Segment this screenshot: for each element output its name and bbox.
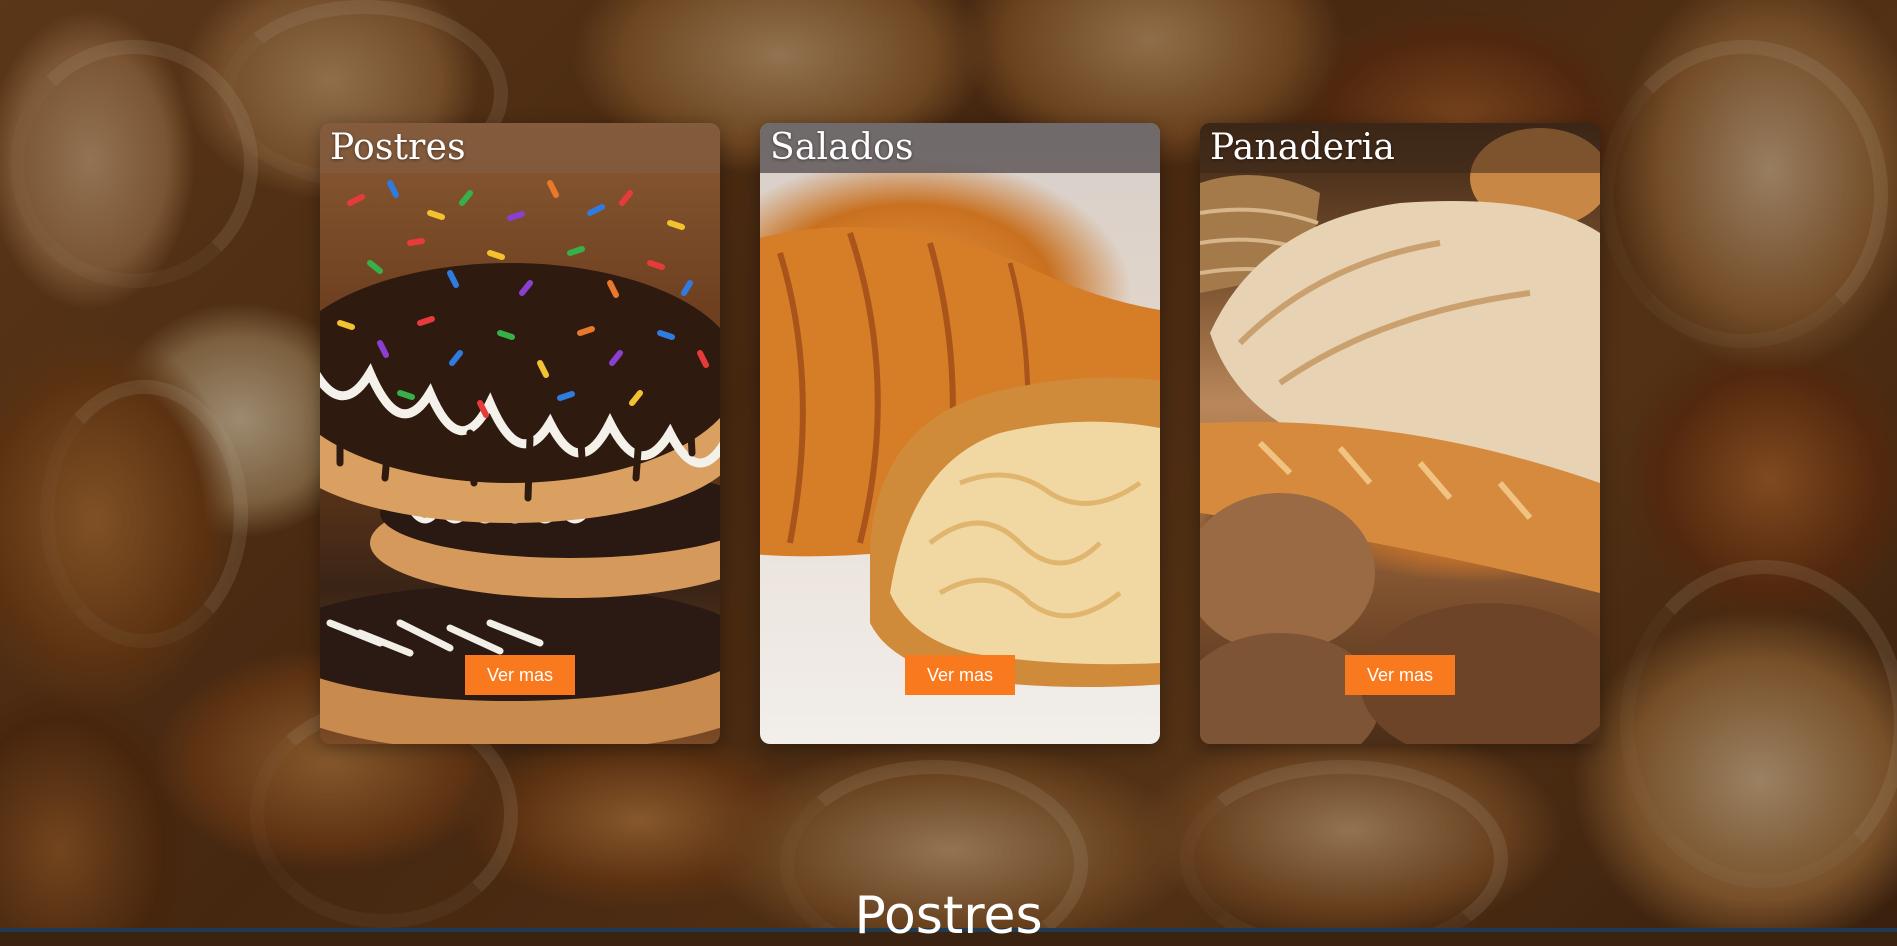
ver-mas-button-panaderia[interactable]: Ver mas [1345,655,1455,695]
ver-mas-button-postres[interactable]: Ver mas [465,655,575,695]
ver-mas-button-salados[interactable]: Ver mas [905,655,1015,695]
donuts-image [320,123,720,744]
card-title: Salados [770,127,914,168]
category-card-postres: Postres Ver mas [320,123,720,744]
card-header: Salados [760,123,1160,173]
card-title: Panaderia [1210,127,1396,168]
croissants-image [760,123,1160,744]
category-card-salados: Salados Ver mas [760,123,1160,744]
card-header: Postres [320,123,720,173]
card-title: Postres [330,127,466,168]
bread-image [1200,123,1600,744]
category-card-panaderia: Panaderia Ver mas [1200,123,1600,744]
card-header: Panaderia [1200,123,1600,173]
section-heading: Postres [854,886,1043,946]
